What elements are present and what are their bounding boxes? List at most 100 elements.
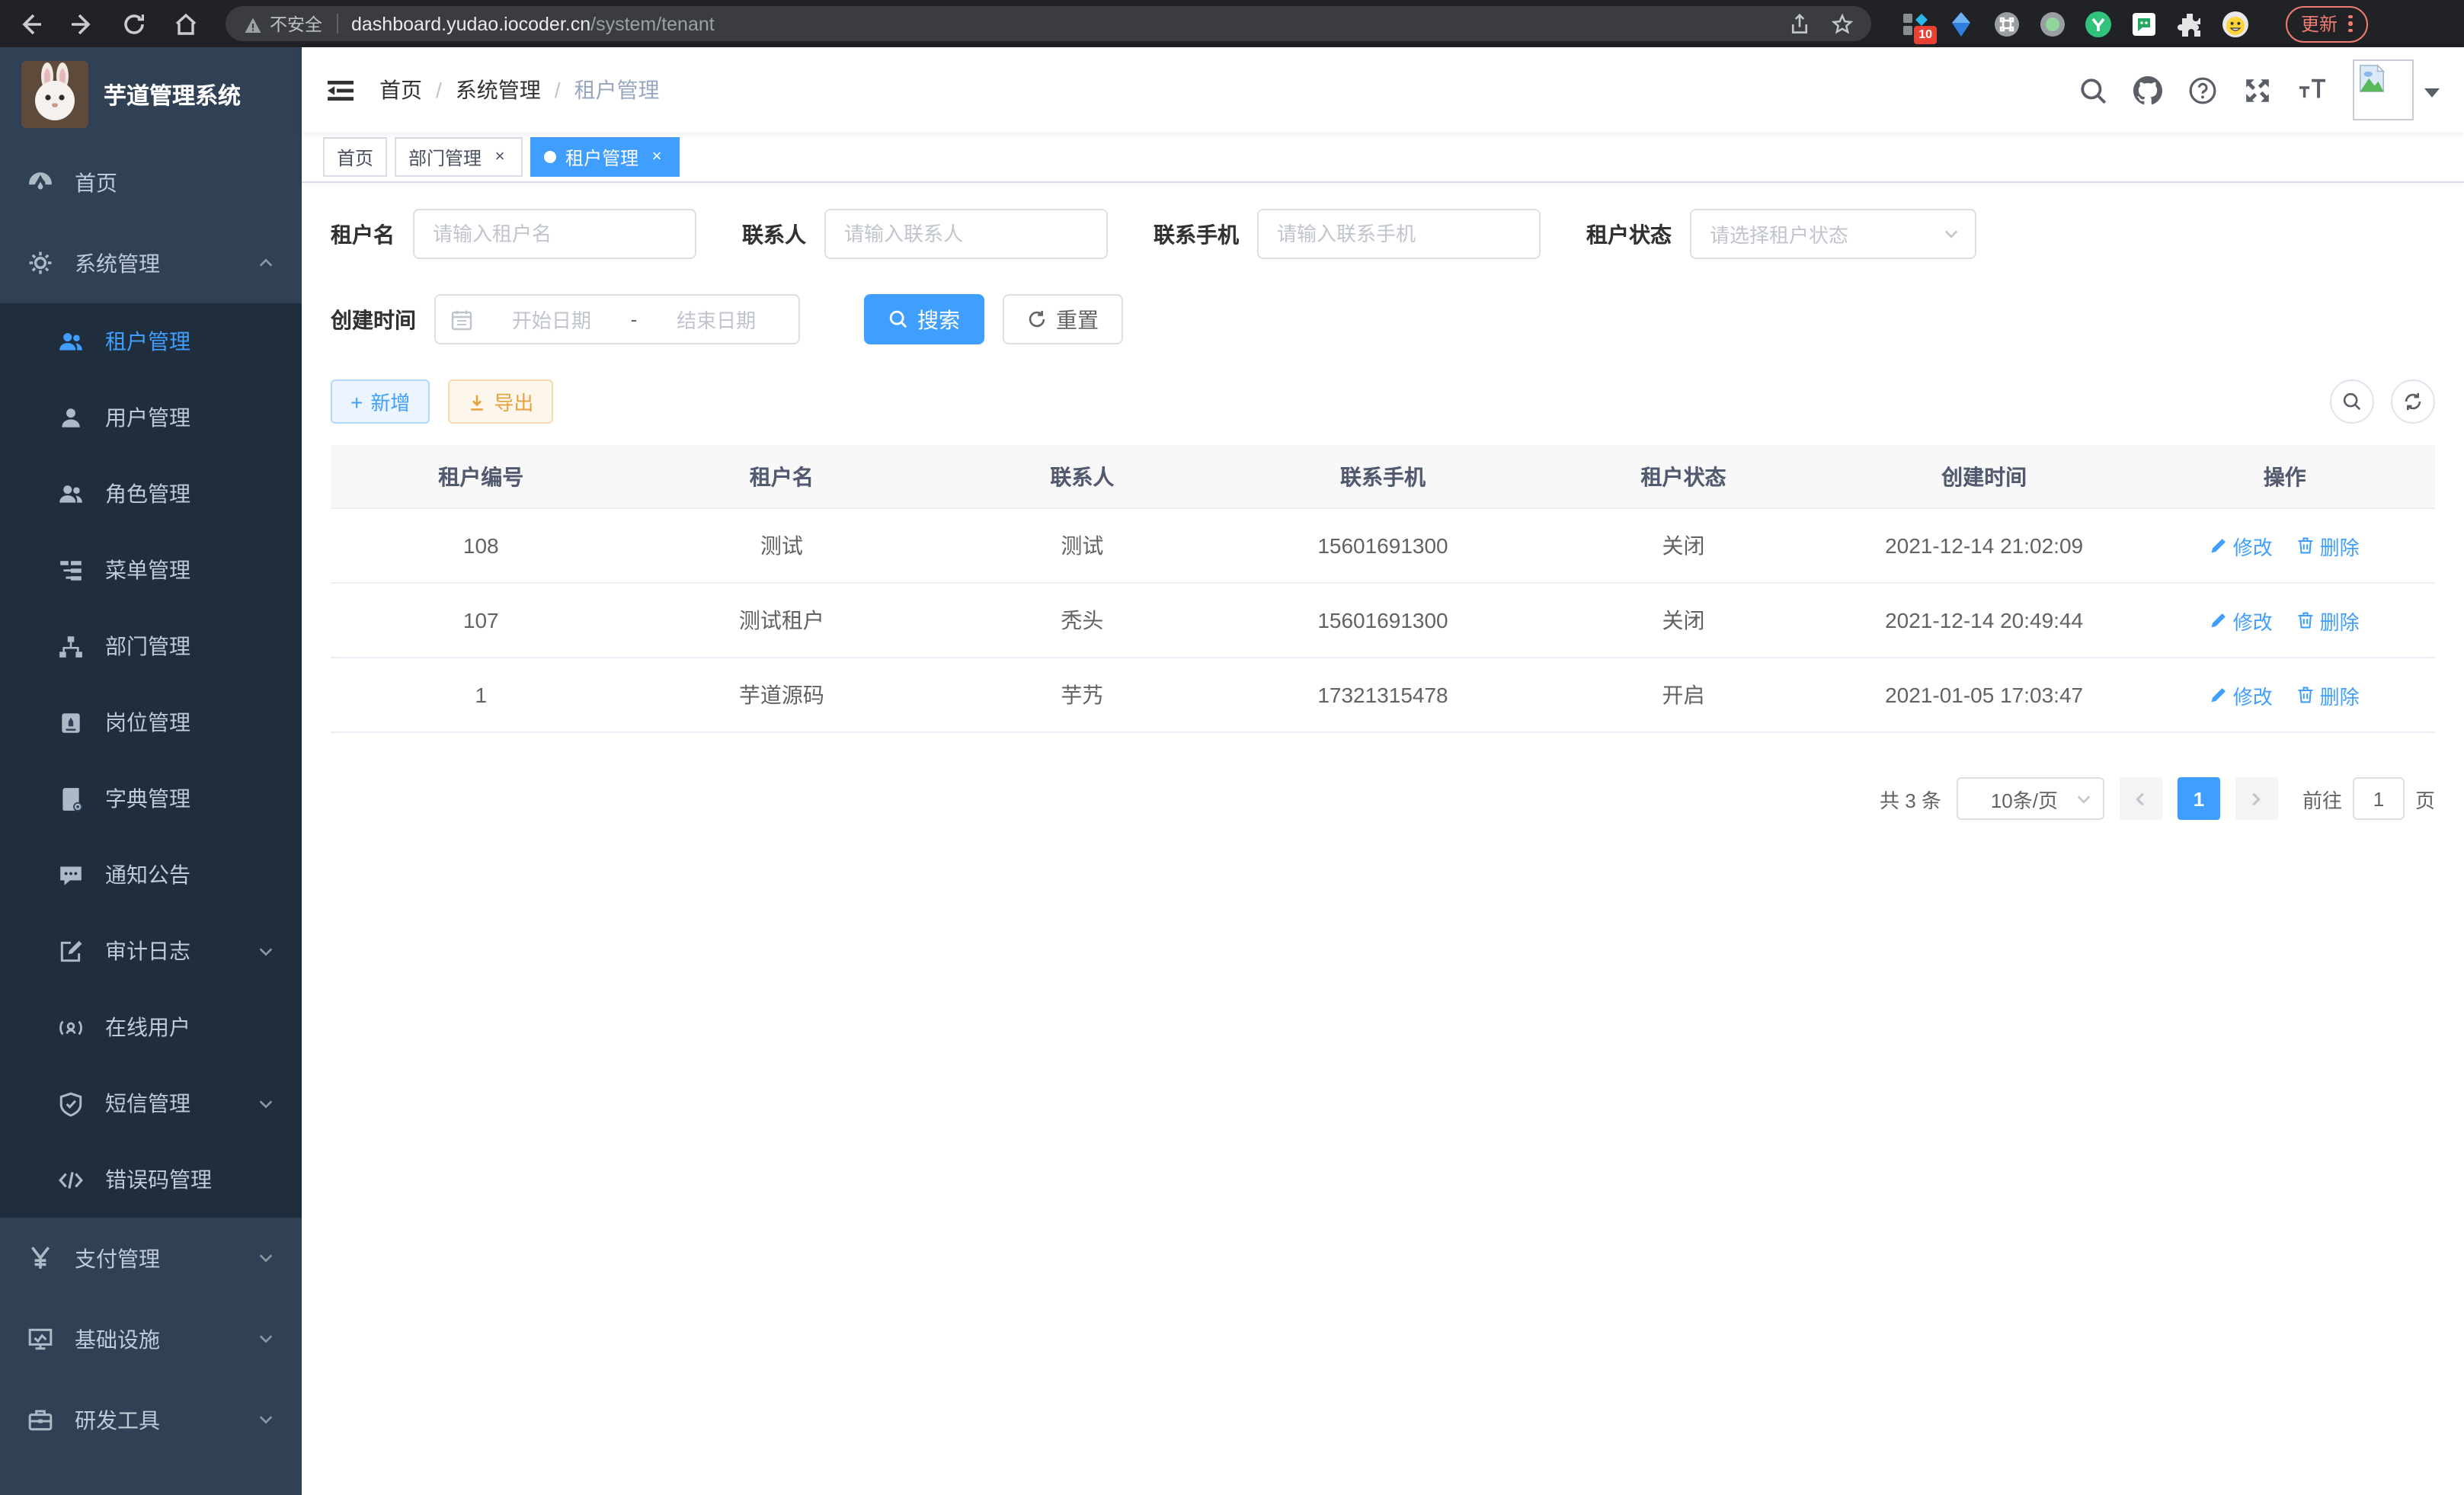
header-search-icon[interactable] (2078, 75, 2107, 104)
sidebar-item-role[interactable]: 角色管理 (0, 456, 302, 532)
page-size-select[interactable]: 10条/页 (1957, 777, 2104, 820)
home-icon[interactable] (174, 11, 198, 36)
sidebar-item-online-user[interactable]: 在线用户 (0, 989, 302, 1065)
delete-link[interactable]: 删除 (2297, 680, 2360, 709)
sidebar-item-audit-log[interactable]: 审计日志 (0, 913, 302, 989)
fullscreen-icon[interactable] (2243, 75, 2272, 104)
tenant-name-input[interactable] (413, 209, 696, 259)
url-path[interactable]: /system/tenant (590, 13, 715, 34)
extensions-area: 10 (1902, 10, 2249, 37)
top-navbar: 首页 / 系统管理 / 租户管理 (302, 47, 2464, 133)
export-button[interactable]: 导出 (448, 379, 553, 424)
tag-tenant[interactable]: 租户管理 × (530, 137, 680, 177)
sidebar-fold-icon[interactable] (326, 75, 355, 104)
tag-dept[interactable]: 部门管理 × (395, 137, 523, 177)
goto-page-input[interactable] (2353, 777, 2405, 820)
browser-menu-icon[interactable] (2348, 15, 2352, 33)
extension-badge: 10 (1914, 25, 1937, 43)
sidebar-item-tenant[interactable]: 租户管理 (0, 303, 302, 379)
extension-yuque-icon[interactable] (2085, 10, 2112, 37)
mobile-input[interactable] (1257, 209, 1541, 259)
bookmark-star-icon[interactable] (1832, 13, 1853, 34)
address-bar[interactable]: 不安全 dashboard.yudao.iocoder.cn /system/t… (226, 6, 1871, 41)
sidebar-item-error-code[interactable]: 错误码管理 (0, 1141, 302, 1218)
shield-icon (58, 1090, 84, 1116)
col-actions: 操作 (2134, 445, 2435, 508)
sidebar-item-dict[interactable]: 字典管理 (0, 760, 302, 837)
sidebar-item-system[interactable]: 系统管理 (0, 222, 302, 303)
code-icon (58, 1167, 84, 1192)
edit-link[interactable]: 修改 (2210, 606, 2273, 635)
add-button[interactable]: + 新增 (331, 379, 430, 424)
close-icon[interactable]: × (491, 148, 509, 166)
monitor-icon (27, 1326, 53, 1352)
sidebar-item-post[interactable]: 岗位管理 (0, 684, 302, 760)
sidebar-item-home[interactable]: 首页 (0, 142, 302, 222)
url-host[interactable]: dashboard.yudao.iocoder.cn (351, 13, 590, 34)
help-icon[interactable] (2188, 75, 2217, 104)
avatar-caret-icon[interactable] (2424, 88, 2440, 98)
filter-form-row-2: 创建时间 开始日期 - 结束日期 搜索 重置 (331, 294, 2435, 344)
search-button[interactable]: 搜索 (864, 294, 984, 344)
next-page-button[interactable] (2235, 777, 2278, 820)
cell-mobile: 15601691300 (1233, 508, 1534, 583)
extension-emoji-icon[interactable] (2222, 10, 2249, 37)
navbar-actions (2078, 59, 2440, 120)
col-mobile: 联系手机 (1233, 445, 1534, 508)
page-unit-label: 页 (2415, 784, 2435, 813)
sidebar-menu: 首页 系统管理 租户管理 (0, 142, 302, 1460)
extension-grid-icon[interactable]: 10 (1902, 10, 1929, 37)
status-select[interactable]: 请选择租户状态 (1690, 209, 1976, 259)
edit-link[interactable]: 修改 (2210, 531, 2273, 560)
pagination-total: 共 3 条 (1880, 784, 1941, 813)
sidebar-item-infra[interactable]: 基础设施 (0, 1298, 302, 1379)
reset-button[interactable]: 重置 (1003, 294, 1123, 344)
sidebar-item-menu[interactable]: 菜单管理 (0, 532, 302, 608)
omnibox-divider (336, 14, 338, 34)
cell-actions: 修改 删除 (2134, 658, 2435, 732)
share-icon[interactable] (1789, 13, 1810, 34)
extension-command-icon[interactable] (1993, 10, 2021, 37)
extension-kite-icon[interactable] (1947, 10, 1975, 37)
font-size-icon[interactable] (2298, 75, 2327, 104)
page-number-1[interactable]: 1 (2178, 777, 2220, 820)
extension-chat-icon[interactable] (2130, 10, 2158, 37)
logo[interactable]: 芋道管理系统 (0, 47, 302, 142)
sidebar-item-devtools[interactable]: 研发工具 (0, 1379, 302, 1460)
chrome-update-button[interactable]: 更新 (2286, 5, 2367, 42)
toggle-search-button[interactable] (2330, 379, 2374, 424)
security-label[interactable]: 不安全 (270, 11, 322, 36)
close-icon[interactable]: × (648, 148, 666, 166)
sidebar-item-dept[interactable]: 部门管理 (0, 608, 302, 684)
date-range-picker[interactable]: 开始日期 - 结束日期 (434, 294, 800, 344)
user-avatar[interactable] (2353, 59, 2440, 120)
date-end-placeholder: 结束日期 (649, 305, 783, 334)
back-icon[interactable] (18, 11, 43, 36)
message-icon (58, 862, 84, 888)
peoples-icon (58, 481, 84, 507)
cell-tenant-name: 芋道源码 (632, 658, 933, 732)
contact-input[interactable] (824, 209, 1108, 259)
breadcrumb-home[interactable]: 首页 (379, 75, 422, 105)
extension-puzzle-icon[interactable] (2176, 10, 2203, 37)
sidebar-item-notice[interactable]: 通知公告 (0, 837, 302, 913)
prev-page-button[interactable] (2120, 777, 2162, 820)
status-label: 租户状态 (1586, 219, 1672, 249)
sidebar-item-pay[interactable]: 支付管理 (0, 1218, 302, 1298)
cell-actions: 修改 删除 (2134, 583, 2435, 658)
update-label: 更新 (2301, 11, 2338, 37)
delete-link[interactable]: 删除 (2297, 531, 2360, 560)
tag-home[interactable]: 首页 (323, 137, 387, 177)
sidebar-item-label: 研发工具 (75, 1404, 236, 1435)
tree-table-icon (58, 557, 84, 583)
extension-record-icon[interactable] (2039, 10, 2066, 37)
chevron-left-icon (2133, 790, 2149, 807)
edit-link[interactable]: 修改 (2210, 680, 2273, 709)
sidebar-item-sms[interactable]: 短信管理 (0, 1065, 302, 1141)
sidebar-item-user[interactable]: 用户管理 (0, 379, 302, 456)
reload-icon[interactable] (122, 11, 146, 36)
github-icon[interactable] (2133, 75, 2162, 104)
delete-link[interactable]: 删除 (2297, 606, 2360, 635)
refresh-table-button[interactable] (2391, 379, 2435, 424)
forward-icon[interactable] (70, 11, 94, 36)
